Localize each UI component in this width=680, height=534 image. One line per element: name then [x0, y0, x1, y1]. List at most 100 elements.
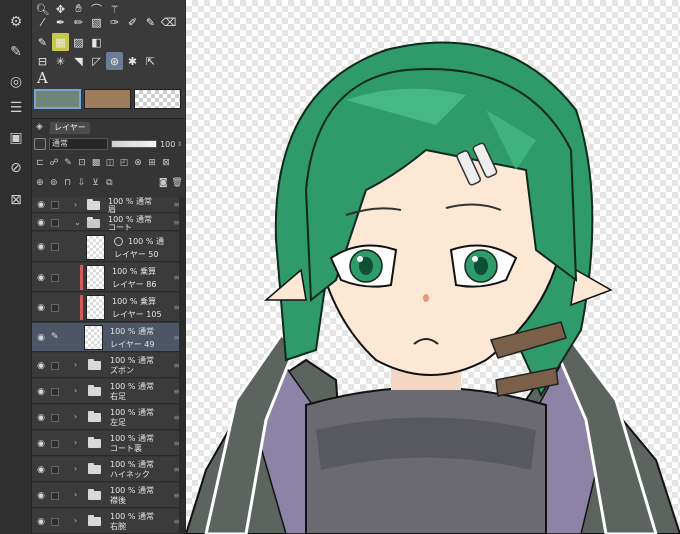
copy-icon[interactable]: ⧉: [103, 177, 115, 189]
mask-toggle-icon[interactable]: ◰: [118, 157, 130, 169]
navigator-icon[interactable]: ▣: [6, 128, 26, 148]
pen-icon[interactable]: ✒: [52, 13, 69, 31]
main-color-swatch[interactable]: [34, 89, 81, 109]
new-vector-layer-icon[interactable]: ⊚: [48, 177, 60, 189]
layer-row-selected[interactable]: ◉ ✎ 100 % 通常 レイヤー 49 ≡: [32, 323, 185, 352]
layer-row[interactable]: ◉ › 100 % 通常 ズボン ≡: [32, 353, 185, 378]
blend-mode-select[interactable]: 通常: [48, 138, 109, 150]
new-raster-layer-icon[interactable]: ⊕: [34, 177, 46, 189]
correct-line-icon[interactable]: ⊛: [106, 52, 123, 70]
text-tool-icon[interactable]: A: [37, 69, 48, 87]
eye-icon[interactable]: ◉: [35, 439, 47, 449]
tool-property-icon[interactable]: ⚙: [6, 12, 26, 32]
operation-icon[interactable]: ⇱: [142, 52, 159, 70]
object-icon[interactable]: ✱: [124, 52, 141, 70]
brush-icon[interactable]: ✑: [106, 13, 123, 31]
lock-checkbox[interactable]: [51, 440, 59, 448]
ruler-icon[interactable]: ✳: [52, 52, 69, 70]
transfer-icon[interactable]: ⇩: [76, 177, 88, 189]
layer-row[interactable]: ◉ ⌄ 100 % 通常 コート ≡: [32, 214, 185, 232]
pencil-icon[interactable]: ✏: [70, 13, 87, 31]
eye-icon[interactable]: ◉: [35, 242, 47, 252]
layer-row[interactable]: ◉ › 100 % 通常 右腕 ≡: [32, 509, 185, 534]
balloon-icon[interactable]: ◸: [88, 52, 105, 70]
figure-icon[interactable]: ⊟: [34, 52, 51, 70]
chevron-right-icon[interactable]: ›: [74, 464, 77, 473]
marker-icon[interactable]: ✎: [142, 13, 159, 31]
eye-icon[interactable]: ◉: [35, 273, 47, 283]
chevron-right-icon[interactable]: ›: [74, 360, 77, 369]
lock-checkbox[interactable]: [51, 304, 59, 312]
layer-row[interactable]: ◉ › 100 % 通常 眉 ≡: [32, 197, 185, 214]
layer-row[interactable]: ◉ › 100 % 通常 襟後 ≡: [32, 483, 185, 508]
new-folder-icon[interactable]: ⊓: [62, 177, 74, 189]
layer-property-icon[interactable]: ◎: [6, 72, 26, 92]
material-icon[interactable]: ⊠: [6, 190, 26, 210]
eye-icon[interactable]: ◉: [35, 303, 47, 313]
layer-row[interactable]: ◉ › 100 % 通常 右足 ≡: [32, 379, 185, 404]
layer-color-box[interactable]: [34, 138, 46, 150]
chevron-right-icon[interactable]: ›: [74, 438, 77, 447]
eye-icon[interactable]: ◉: [35, 491, 47, 501]
reference-icon[interactable]: ☍: [48, 157, 60, 169]
gradient-icon[interactable]: ◧: [88, 33, 105, 51]
layer-row[interactable]: ◉ › 100 % 通常 コート裏 ≡: [32, 431, 185, 456]
opacity-slider[interactable]: [111, 140, 158, 148]
clip-icon[interactable]: ⊏: [34, 157, 46, 169]
lock-checkbox[interactable]: [51, 518, 59, 526]
eye-icon[interactable]: ◉: [35, 465, 47, 475]
lock-checkbox[interactable]: [51, 243, 59, 251]
deco-icon[interactable]: ✎: [34, 33, 51, 51]
eyedropper-icon[interactable]: ⁄: [34, 13, 51, 31]
chevron-right-icon[interactable]: ›: [74, 412, 77, 421]
chevron-right-icon[interactable]: ›: [74, 386, 77, 395]
draft-icon[interactable]: ✎: [62, 157, 74, 169]
chevron-down-icon[interactable]: ⌄: [74, 218, 81, 227]
delete-icon[interactable]: 🗑︎: [171, 177, 183, 189]
lock-checkbox[interactable]: [51, 274, 59, 282]
brush-size-icon[interactable]: ✎: [6, 42, 26, 62]
airbrush-icon[interactable]: ✐: [124, 13, 141, 31]
color-icon[interactable]: ⊠: [160, 157, 172, 169]
search-icon[interactable]: ⊘: [6, 158, 26, 178]
palette-icon[interactable]: ⊞: [146, 157, 158, 169]
eye-icon[interactable]: ◉: [35, 413, 47, 423]
sub-color-swatch[interactable]: [84, 89, 131, 109]
opacity-value[interactable]: 100: [160, 140, 175, 149]
layer-row[interactable]: ◉ › 100 % 通常 左足 ≡: [32, 405, 185, 430]
lock-checkbox[interactable]: [51, 219, 59, 227]
eye-icon[interactable]: ◉: [35, 200, 47, 210]
eye-icon[interactable]: ◉: [35, 361, 47, 371]
lock-checkbox[interactable]: [51, 362, 59, 370]
lock-checkbox[interactable]: [51, 414, 59, 422]
transparent-color-swatch[interactable]: [134, 89, 181, 109]
texture-icon[interactable]: ▧: [88, 13, 105, 31]
layer-row[interactable]: ◉ 100 % 通 レイヤー 50: [32, 232, 185, 262]
lock-icon[interactable]: ⊡: [76, 157, 88, 169]
lock-transparent-icon[interactable]: ▩: [90, 157, 102, 169]
layer-row[interactable]: ◉ 100 % 乗算 レイヤー 105 ≡: [32, 293, 185, 322]
chevron-right-icon[interactable]: ›: [74, 200, 77, 209]
layer-row[interactable]: ◉ › 100 % 通常 ハイネック ≡: [32, 457, 185, 482]
layer-list-icon[interactable]: ☰: [6, 98, 26, 118]
opacity-stepper[interactable]: ⇕: [177, 141, 183, 148]
blend-icon[interactable]: ▦: [52, 33, 69, 51]
mask-icon[interactable]: ◫: [104, 157, 116, 169]
eye-icon[interactable]: ◉: [35, 387, 47, 397]
lock-checkbox[interactable]: [51, 492, 59, 500]
eraser-icon[interactable]: ⌫: [160, 13, 177, 31]
layer-mask-icon[interactable]: ◙: [157, 177, 169, 189]
tab-layer[interactable]: レイヤー: [50, 122, 90, 134]
frame-icon[interactable]: ◥: [70, 52, 87, 70]
fill-icon[interactable]: ▨: [70, 33, 87, 51]
combine-icon[interactable]: ⊻: [90, 177, 102, 189]
layer-scrollbar[interactable]: [179, 197, 185, 534]
eye-icon[interactable]: ◉: [35, 218, 47, 228]
chevron-right-icon[interactable]: ›: [74, 516, 77, 525]
eye-icon[interactable]: ◉: [35, 333, 47, 343]
canvas[interactable]: [186, 0, 680, 534]
lock-checkbox[interactable]: [51, 466, 59, 474]
chevron-right-icon[interactable]: ›: [74, 490, 77, 499]
eye-icon[interactable]: ◉: [35, 517, 47, 527]
layer-row[interactable]: ◉ 100 % 乗算 レイヤー 86 ≡: [32, 263, 185, 292]
